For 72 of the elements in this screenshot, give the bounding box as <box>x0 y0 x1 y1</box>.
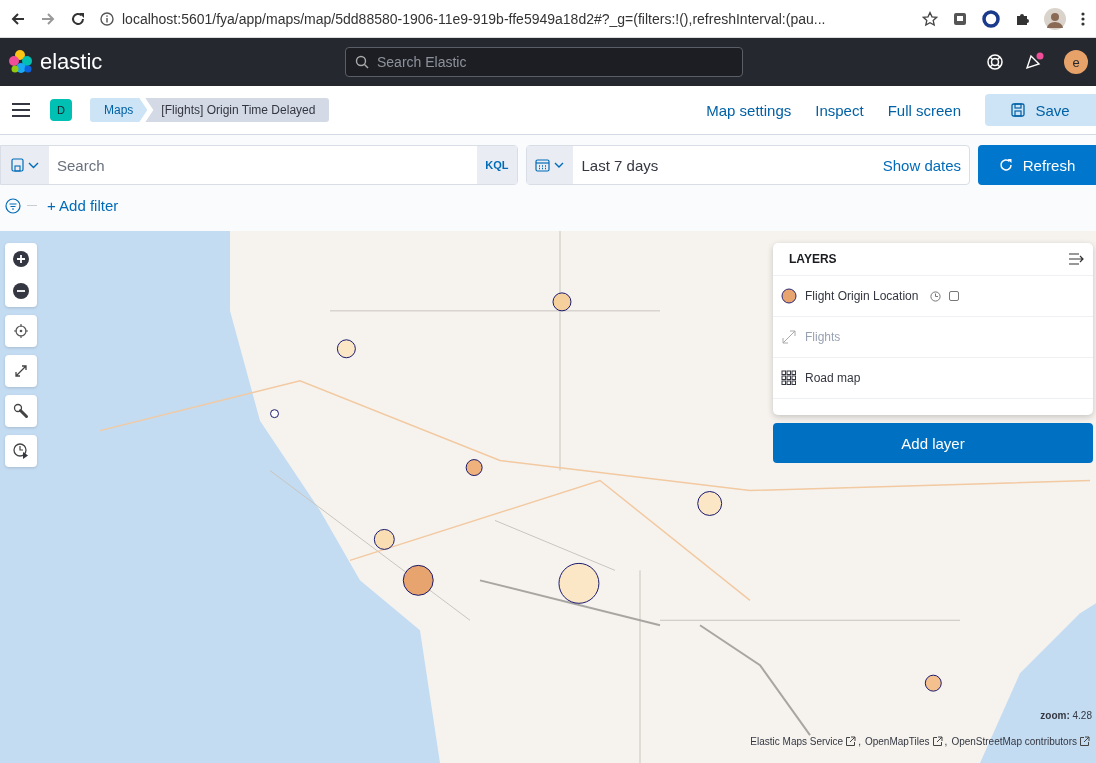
zoom-out-icon[interactable] <box>13 283 29 299</box>
search-field[interactable]: Search Elastic <box>345 47 743 77</box>
collapse-panel-icon[interactable] <box>1069 253 1085 265</box>
extension-icon[interactable] <box>952 10 968 27</box>
crosshair-button[interactable] <box>5 315 37 347</box>
map-marker[interactable] <box>924 674 942 692</box>
external-link-icon <box>1079 736 1090 747</box>
separator-text: , <box>858 736 861 747</box>
panel-title: LAYERS <box>789 252 837 266</box>
layer-item[interactable]: Flight Origin Location <box>773 276 1093 317</box>
info-icon <box>100 11 114 26</box>
reload-icon[interactable] <box>70 10 86 27</box>
nav-link[interactable]: Inspect <box>815 101 864 119</box>
square-icon <box>949 291 960 301</box>
help-icon[interactable] <box>986 53 1004 71</box>
map-marker[interactable] <box>336 339 356 359</box>
zoom-level: zoom: 4.28 <box>1040 710 1092 721</box>
language-toggle[interactable]: KQL <box>477 146 517 184</box>
map-marker[interactable] <box>402 564 434 596</box>
layer-item[interactable]: Road map <box>773 358 1093 399</box>
breadcrumb[interactable]: [Flights] Origin Time Delayed <box>145 98 330 122</box>
news-icon[interactable] <box>1024 52 1044 72</box>
forward-icon[interactable] <box>40 10 56 27</box>
disk-caret-icon <box>11 158 41 172</box>
map-marker[interactable] <box>552 292 572 312</box>
date-range: Last 7 days <box>580 155 659 176</box>
save-button[interactable]: Save <box>985 94 1096 126</box>
add-filter-link[interactable]: + Add filter <box>47 197 119 214</box>
show-dates-link[interactable]: Show dates <box>882 146 970 184</box>
map-marker[interactable] <box>558 562 600 604</box>
query-field[interactable]: Search KQL <box>0 145 518 185</box>
search-icon <box>355 55 369 69</box>
ring-icon[interactable] <box>982 9 1000 28</box>
grid-icon <box>781 370 797 386</box>
diagonal-arrows-icon <box>781 329 797 345</box>
expand-arrows-icon <box>13 363 29 379</box>
nav-link[interactable]: Full screen <box>887 101 961 119</box>
expand-arrows-button[interactable] <box>5 355 37 387</box>
menu-icon[interactable] <box>12 103 30 117</box>
star-icon[interactable] <box>922 10 938 27</box>
elastic-logo-icon <box>8 49 34 75</box>
separator-text: , <box>944 736 948 747</box>
map-marker[interactable] <box>697 491 723 516</box>
nav-link[interactable]: Map settings <box>706 101 792 119</box>
external-link-icon <box>931 736 943 747</box>
crosshair-icon <box>13 323 29 339</box>
circle-icon <box>781 288 797 304</box>
back-icon[interactable] <box>10 10 26 27</box>
calendar-caret-icon <box>534 158 565 172</box>
map-marker[interactable] <box>373 528 395 550</box>
space-avatar[interactable]: D <box>50 99 72 121</box>
user-avatar[interactable]: e <box>1064 50 1088 74</box>
refresh-icon <box>998 158 1013 172</box>
add-layer-button[interactable]: Add layer <box>773 423 1093 463</box>
map-marker[interactable] <box>465 459 483 477</box>
external-link-icon <box>845 736 857 747</box>
attribution-link[interactable]: OpenMapTiles <box>864 736 943 747</box>
zoom-in-icon[interactable] <box>13 251 29 267</box>
attribution-link[interactable]: OpenStreetMap contributors <box>951 736 1090 747</box>
logo-text: elastic <box>40 49 103 75</box>
attribution-link[interactable]: Elastic Maps Service <box>750 736 857 747</box>
filter-icon[interactable] <box>5 197 21 214</box>
avatar-icon[interactable] <box>1044 7 1066 30</box>
date-picker[interactable]: Last 7 days Show dates <box>525 145 971 185</box>
clock-play-button[interactable] <box>5 435 37 467</box>
clock-play-icon <box>13 443 29 459</box>
address-bar[interactable]: localhost:5601/fya/app/maps/map/5dd88580-1906-11e9-919b-ffe5949a18d2#?_g=(filters:!(),refreshInterval:(pau... <box>122 10 826 27</box>
menu-icon[interactable] <box>1080 10 1086 27</box>
refresh-button[interactable]: Refresh <box>978 145 1096 185</box>
save-icon <box>1011 103 1026 117</box>
breadcrumb[interactable]: Maps <box>90 98 148 122</box>
map-marker[interactable] <box>270 409 279 419</box>
